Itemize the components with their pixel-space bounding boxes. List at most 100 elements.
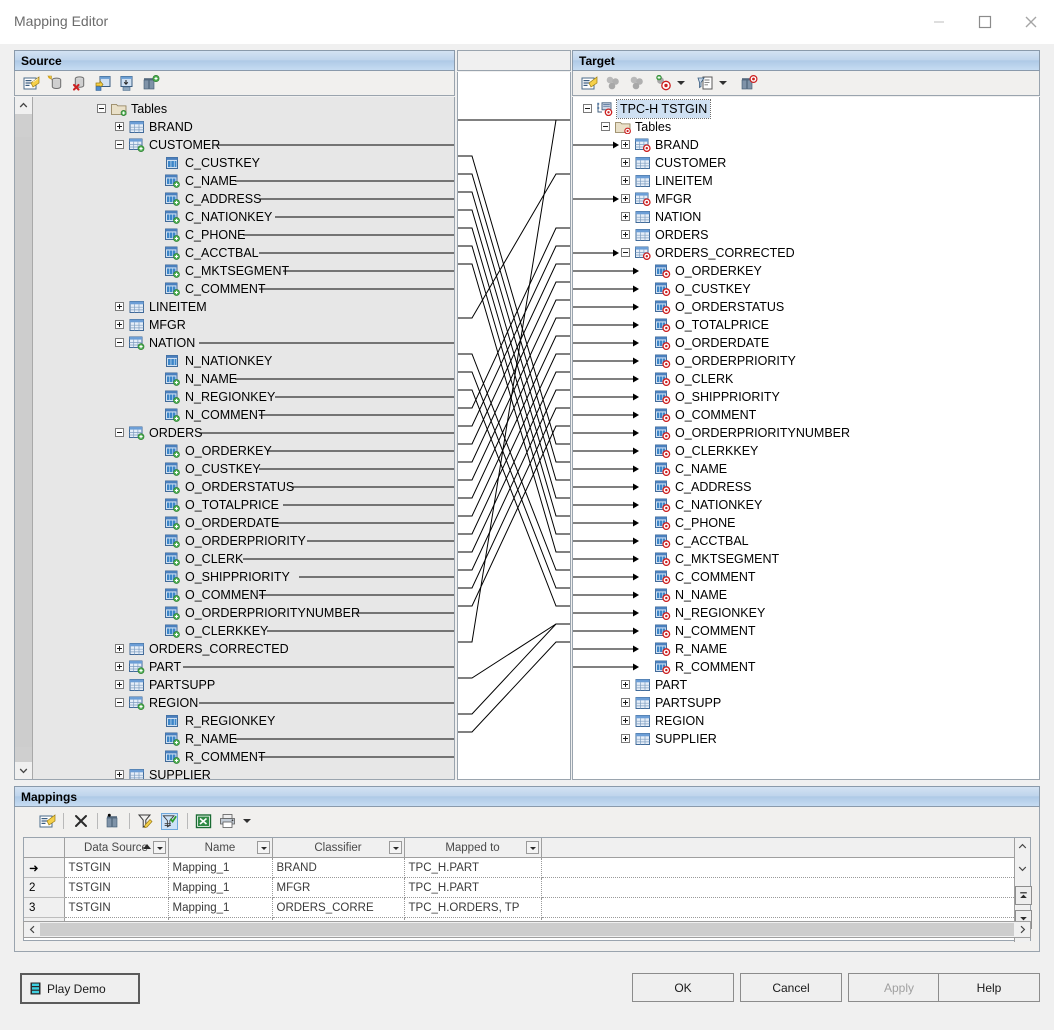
tree-toggle-plus-icon[interactable]	[115, 122, 124, 131]
tree-toggle-minus-icon[interactable]	[583, 104, 592, 113]
properties-icon[interactable]	[39, 813, 56, 830]
source-tree-item[interactable]: C_NATIONKEY	[33, 208, 454, 226]
add-target-icon[interactable]	[655, 74, 672, 92]
cell-classifier[interactable]: ORDERS_CORRE	[272, 897, 405, 918]
tree-toggle-plus-icon[interactable]	[115, 662, 124, 671]
scroll-thumb[interactable]	[15, 137, 32, 747]
source-tree-item[interactable]: O_ORDERKEY	[33, 442, 454, 460]
target-tree-item[interactable]: N_COMMENT	[573, 622, 1039, 640]
target-tree-item[interactable]: ORDERS_CORRECTED	[573, 244, 1039, 262]
source-tree-item[interactable]: C_ADDRESS	[33, 190, 454, 208]
import-icon[interactable]	[119, 75, 136, 92]
row-indicator[interactable]: 2	[24, 877, 65, 898]
source-tree-item[interactable]: O_ORDERPRIORITY	[33, 532, 454, 550]
source-tree-item[interactable]: O_SHIPPRIORITY	[33, 568, 454, 586]
source-tree-item[interactable]: CUSTOMER	[33, 136, 454, 154]
column-header-data-source[interactable]: Data Source	[64, 838, 169, 858]
cell-mapped-to[interactable]: TPC_H.PART	[404, 877, 542, 898]
source-tree-item[interactable]: ORDERS	[33, 424, 454, 442]
cell-data-source[interactable]: TSTGIN	[64, 857, 169, 878]
source-tree-item[interactable]: R_NAME	[33, 730, 454, 748]
source-tree-scrollbar[interactable]	[15, 97, 33, 779]
source-tree-item[interactable]: SUPPLIER	[33, 766, 454, 779]
target-tree-item[interactable]: R_NAME	[573, 640, 1039, 658]
target-tree-item[interactable]: LINEITEM	[573, 172, 1039, 190]
column-header-mapped-to[interactable]: Mapped to	[404, 838, 542, 858]
delete-database-icon[interactable]	[71, 75, 88, 92]
source-tree-item[interactable]: O_TOTALPRICE	[33, 496, 454, 514]
print-dropdown-arrow[interactable]	[243, 819, 251, 823]
source-tree-item[interactable]: N_COMMENT	[33, 406, 454, 424]
target-tree-item[interactable]: C_MKTSEGMENT	[573, 550, 1039, 568]
help-button[interactable]: Help	[938, 973, 1040, 1002]
tree-toggle-plus-icon[interactable]	[621, 698, 630, 707]
tree-toggle-minus-icon[interactable]	[115, 140, 124, 149]
tree-toggle-plus-icon[interactable]	[621, 716, 630, 725]
grid-first-row-button[interactable]	[1015, 886, 1032, 905]
scroll-down-button[interactable]	[15, 762, 32, 779]
tree-toggle-minus-icon[interactable]	[115, 698, 124, 707]
column-filter-dropdown[interactable]	[152, 841, 166, 854]
target-tree-item[interactable]: O_ORDERSTATUS	[573, 298, 1039, 316]
generate-dropdown-arrow[interactable]	[719, 81, 727, 85]
target-tree-item[interactable]: O_SHIPPRIORITY	[573, 388, 1039, 406]
target-tree-item[interactable]: N_NAME	[573, 586, 1039, 604]
source-tree-item[interactable]: C_COMMENT	[33, 280, 454, 298]
target-tree[interactable]: TPC-H TSTGIN Tables BRAND CUSTOMER LINEI…	[572, 97, 1040, 780]
scroll-up-button[interactable]	[15, 97, 32, 114]
cell-classifier[interactable]: BRAND	[272, 857, 405, 878]
hscroll-left-button[interactable]	[24, 922, 40, 937]
source-tree-item[interactable]: C_NAME	[33, 172, 454, 190]
tree-toggle-plus-icon[interactable]	[621, 734, 630, 743]
source-tree-item[interactable]: C_ACCTBAL	[33, 244, 454, 262]
target-tree-item[interactable]: O_ORDERPRIORITY	[573, 352, 1039, 370]
row-indicator[interactable]: 3	[24, 897, 65, 918]
source-tree-item[interactable]: O_ORDERDATE	[33, 514, 454, 532]
cell-data-source[interactable]: TSTGIN	[64, 877, 169, 898]
source-tree-item[interactable]: O_CUSTKEY	[33, 460, 454, 478]
target-tree-item[interactable]: N_REGIONKEY	[573, 604, 1039, 622]
source-tree-item[interactable]: Tables	[33, 100, 454, 118]
source-tree-item[interactable]: R_REGIONKEY	[33, 712, 454, 730]
target-tree-item[interactable]: Tables	[573, 118, 1039, 136]
new-database-icon[interactable]	[47, 75, 64, 92]
target-tree-item[interactable]: O_TOTALPRICE	[573, 316, 1039, 334]
tree-toggle-plus-icon[interactable]	[115, 680, 124, 689]
target-tree-item[interactable]: PART	[573, 676, 1039, 694]
table-row[interactable]: 3 TSTGIN Mapping_1 ORDERS_CORRE TPC_H.ORDERS…	[24, 897, 1030, 918]
column-filter-dropdown[interactable]	[525, 841, 539, 854]
mapping-lines-canvas[interactable]	[457, 72, 571, 780]
source-tree-item[interactable]: PARTSUPP	[33, 676, 454, 694]
target-tree-item[interactable]: CUSTOMER	[573, 154, 1039, 172]
target-tree-item[interactable]: NATION	[573, 208, 1039, 226]
hscroll-right-button[interactable]	[1014, 922, 1030, 937]
tree-toggle-plus-icon[interactable]	[115, 770, 124, 779]
target-tree-item[interactable]: SUPPLIER	[573, 730, 1039, 748]
target-tree-item[interactable]: O_CLERKKEY	[573, 442, 1039, 460]
target-tree-item[interactable]: MFGR	[573, 190, 1039, 208]
grid-scroll-down-button[interactable]	[1015, 860, 1030, 877]
source-tree-item[interactable]: O_CLERK	[33, 550, 454, 568]
table-row[interactable]: ➜ TSTGIN Mapping_1 BRAND TPC_H.PART	[24, 857, 1030, 878]
source-tree[interactable]: Tables BRAND CUSTOMER C_CUSTKEY C_NAME C…	[14, 97, 455, 780]
delete-icon[interactable]	[73, 813, 90, 830]
edit-filter-icon[interactable]	[137, 813, 154, 830]
tree-toggle-plus-icon[interactable]	[621, 212, 630, 221]
target-tree-item[interactable]: BRAND	[573, 136, 1039, 154]
target-tree-item[interactable]: R_COMMENT	[573, 658, 1039, 676]
source-tree-item[interactable]: MFGR	[33, 316, 454, 334]
minimize-button[interactable]	[916, 0, 962, 44]
source-tree-item[interactable]: LINEITEM	[33, 298, 454, 316]
close-button[interactable]	[1008, 0, 1054, 44]
print-icon[interactable]	[219, 813, 236, 830]
source-tree-item[interactable]: O_CLERKKEY	[33, 622, 454, 640]
tree-toggle-minus-icon[interactable]	[115, 338, 124, 347]
source-tree-item[interactable]: BRAND	[33, 118, 454, 136]
cell-classifier[interactable]: MFGR	[272, 877, 405, 898]
target-tree-item[interactable]: C_NATIONKEY	[573, 496, 1039, 514]
target-tree-item[interactable]: O_ORDERPRIORITYNUMBER	[573, 424, 1039, 442]
tree-toggle-plus-icon[interactable]	[621, 176, 630, 185]
tree-toggle-plus-icon[interactable]	[621, 158, 630, 167]
source-tree-item[interactable]: C_PHONE	[33, 226, 454, 244]
tree-toggle-plus-icon[interactable]	[115, 302, 124, 311]
